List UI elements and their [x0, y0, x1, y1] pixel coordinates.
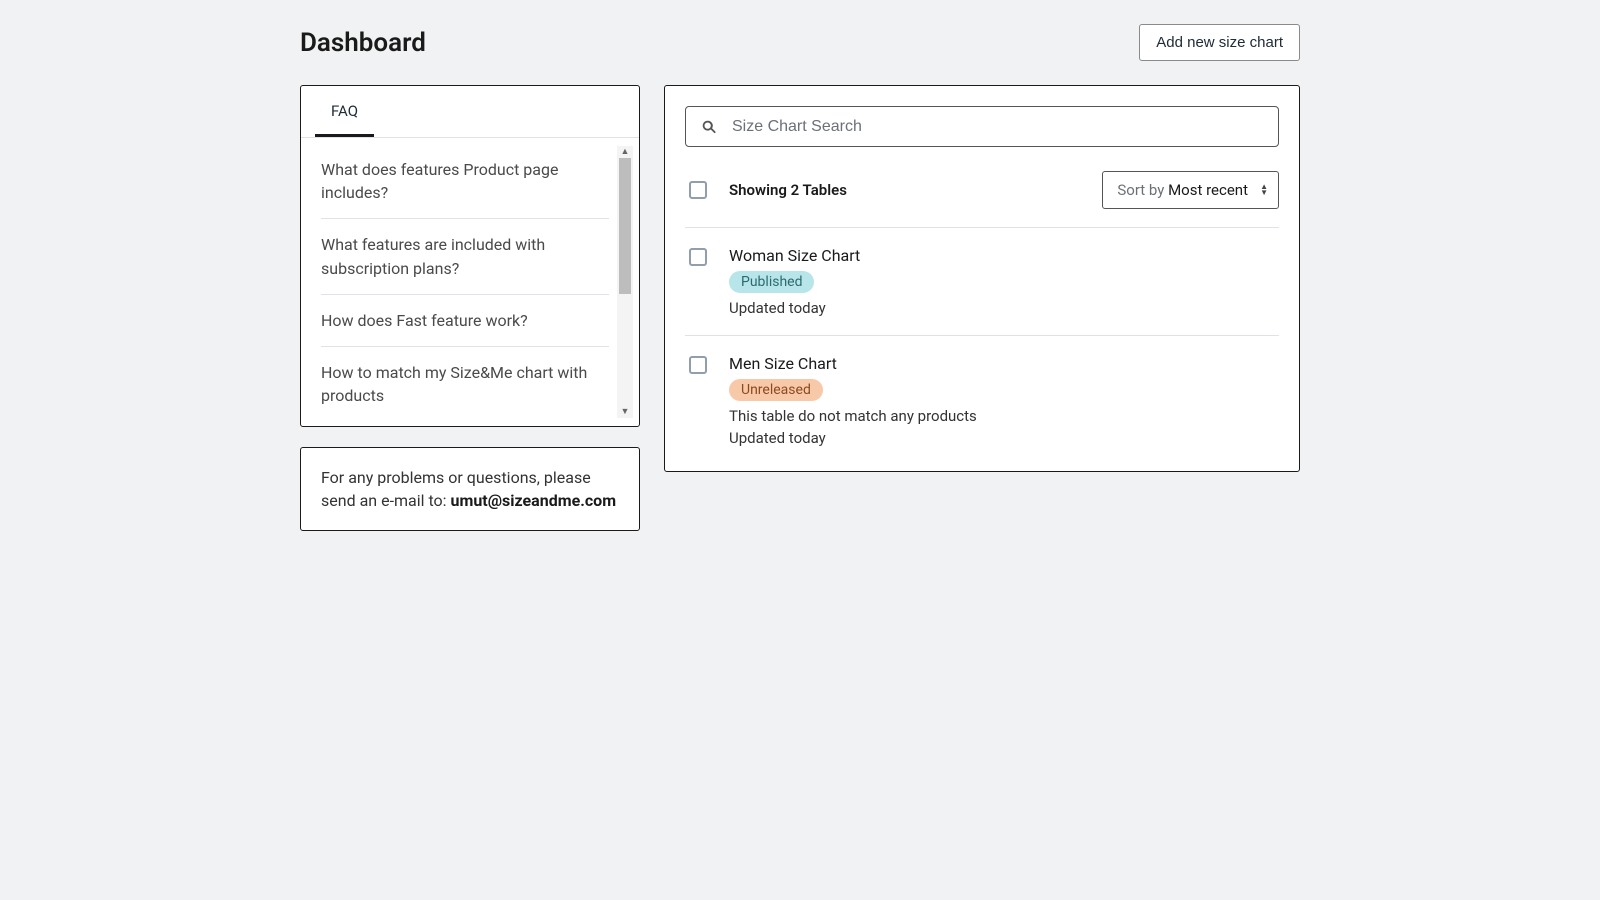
sort-arrows-icon: ▲▼: [1260, 184, 1268, 196]
chart-name: Woman Size Chart: [729, 246, 1279, 265]
status-badge: Published: [729, 271, 814, 293]
faq-item[interactable]: How to match my Size&Me chart with produ…: [321, 347, 609, 412]
row-checkbox[interactable]: [689, 356, 707, 374]
row-checkbox[interactable]: [689, 248, 707, 266]
faq-item[interactable]: How does Fast feature work?: [321, 295, 609, 347]
size-chart-row[interactable]: Woman Size Chart Published Updated today: [685, 228, 1279, 336]
chart-info: Woman Size Chart Published Updated today: [729, 246, 1279, 317]
tab-faq[interactable]: FAQ: [315, 86, 374, 137]
list-header: Showing 2 Tables Sort by Most recent ▲▼: [685, 163, 1279, 228]
faq-item[interactable]: What features are included with subscrip…: [321, 219, 609, 294]
contact-email: umut@sizeandme.com: [451, 491, 617, 510]
faq-item[interactable]: What does features Product page includes…: [321, 152, 609, 219]
chart-updated: Updated today: [729, 429, 1279, 447]
sort-select[interactable]: Sort by Most recent ▲▼: [1102, 171, 1279, 209]
scrollbar-thumb[interactable]: [619, 158, 631, 294]
size-charts-card: Showing 2 Tables Sort by Most recent ▲▼ …: [664, 85, 1300, 472]
chart-note: This table do not match any products: [729, 407, 1279, 425]
search-icon: [700, 118, 718, 136]
scrollbar-track[interactable]: [617, 158, 633, 406]
contact-text: For any problems or questions, please se…: [321, 466, 619, 512]
add-new-size-chart-button[interactable]: Add new size chart: [1139, 24, 1300, 61]
faq-list: What does features Product page includes…: [321, 152, 609, 412]
chart-info: Men Size Chart Unreleased This table do …: [729, 354, 1279, 447]
faq-scrollbar[interactable]: ▲ ▼: [617, 146, 633, 418]
contact-card: For any problems or questions, please se…: [300, 447, 640, 531]
chart-updated: Updated today: [729, 299, 1279, 317]
scroll-up-icon[interactable]: ▲: [617, 146, 633, 158]
showing-count: Showing 2 Tables: [729, 181, 847, 199]
status-badge: Unreleased: [729, 379, 823, 401]
faq-card: FAQ What does features Product page incl…: [300, 85, 640, 427]
page-header: Dashboard Add new size chart: [300, 24, 1300, 61]
page-title: Dashboard: [300, 28, 426, 58]
sort-value: Most recent: [1168, 181, 1248, 199]
search-input[interactable]: [732, 118, 1264, 136]
size-chart-row[interactable]: Men Size Chart Unreleased This table do …: [685, 336, 1279, 451]
scroll-down-icon[interactable]: ▼: [617, 406, 633, 418]
faq-tabs: FAQ: [301, 86, 639, 137]
search-field-wrap[interactable]: [685, 106, 1279, 147]
chart-name: Men Size Chart: [729, 354, 1279, 373]
select-all-checkbox[interactable]: [689, 181, 707, 199]
sort-label: Sort by: [1117, 181, 1168, 199]
